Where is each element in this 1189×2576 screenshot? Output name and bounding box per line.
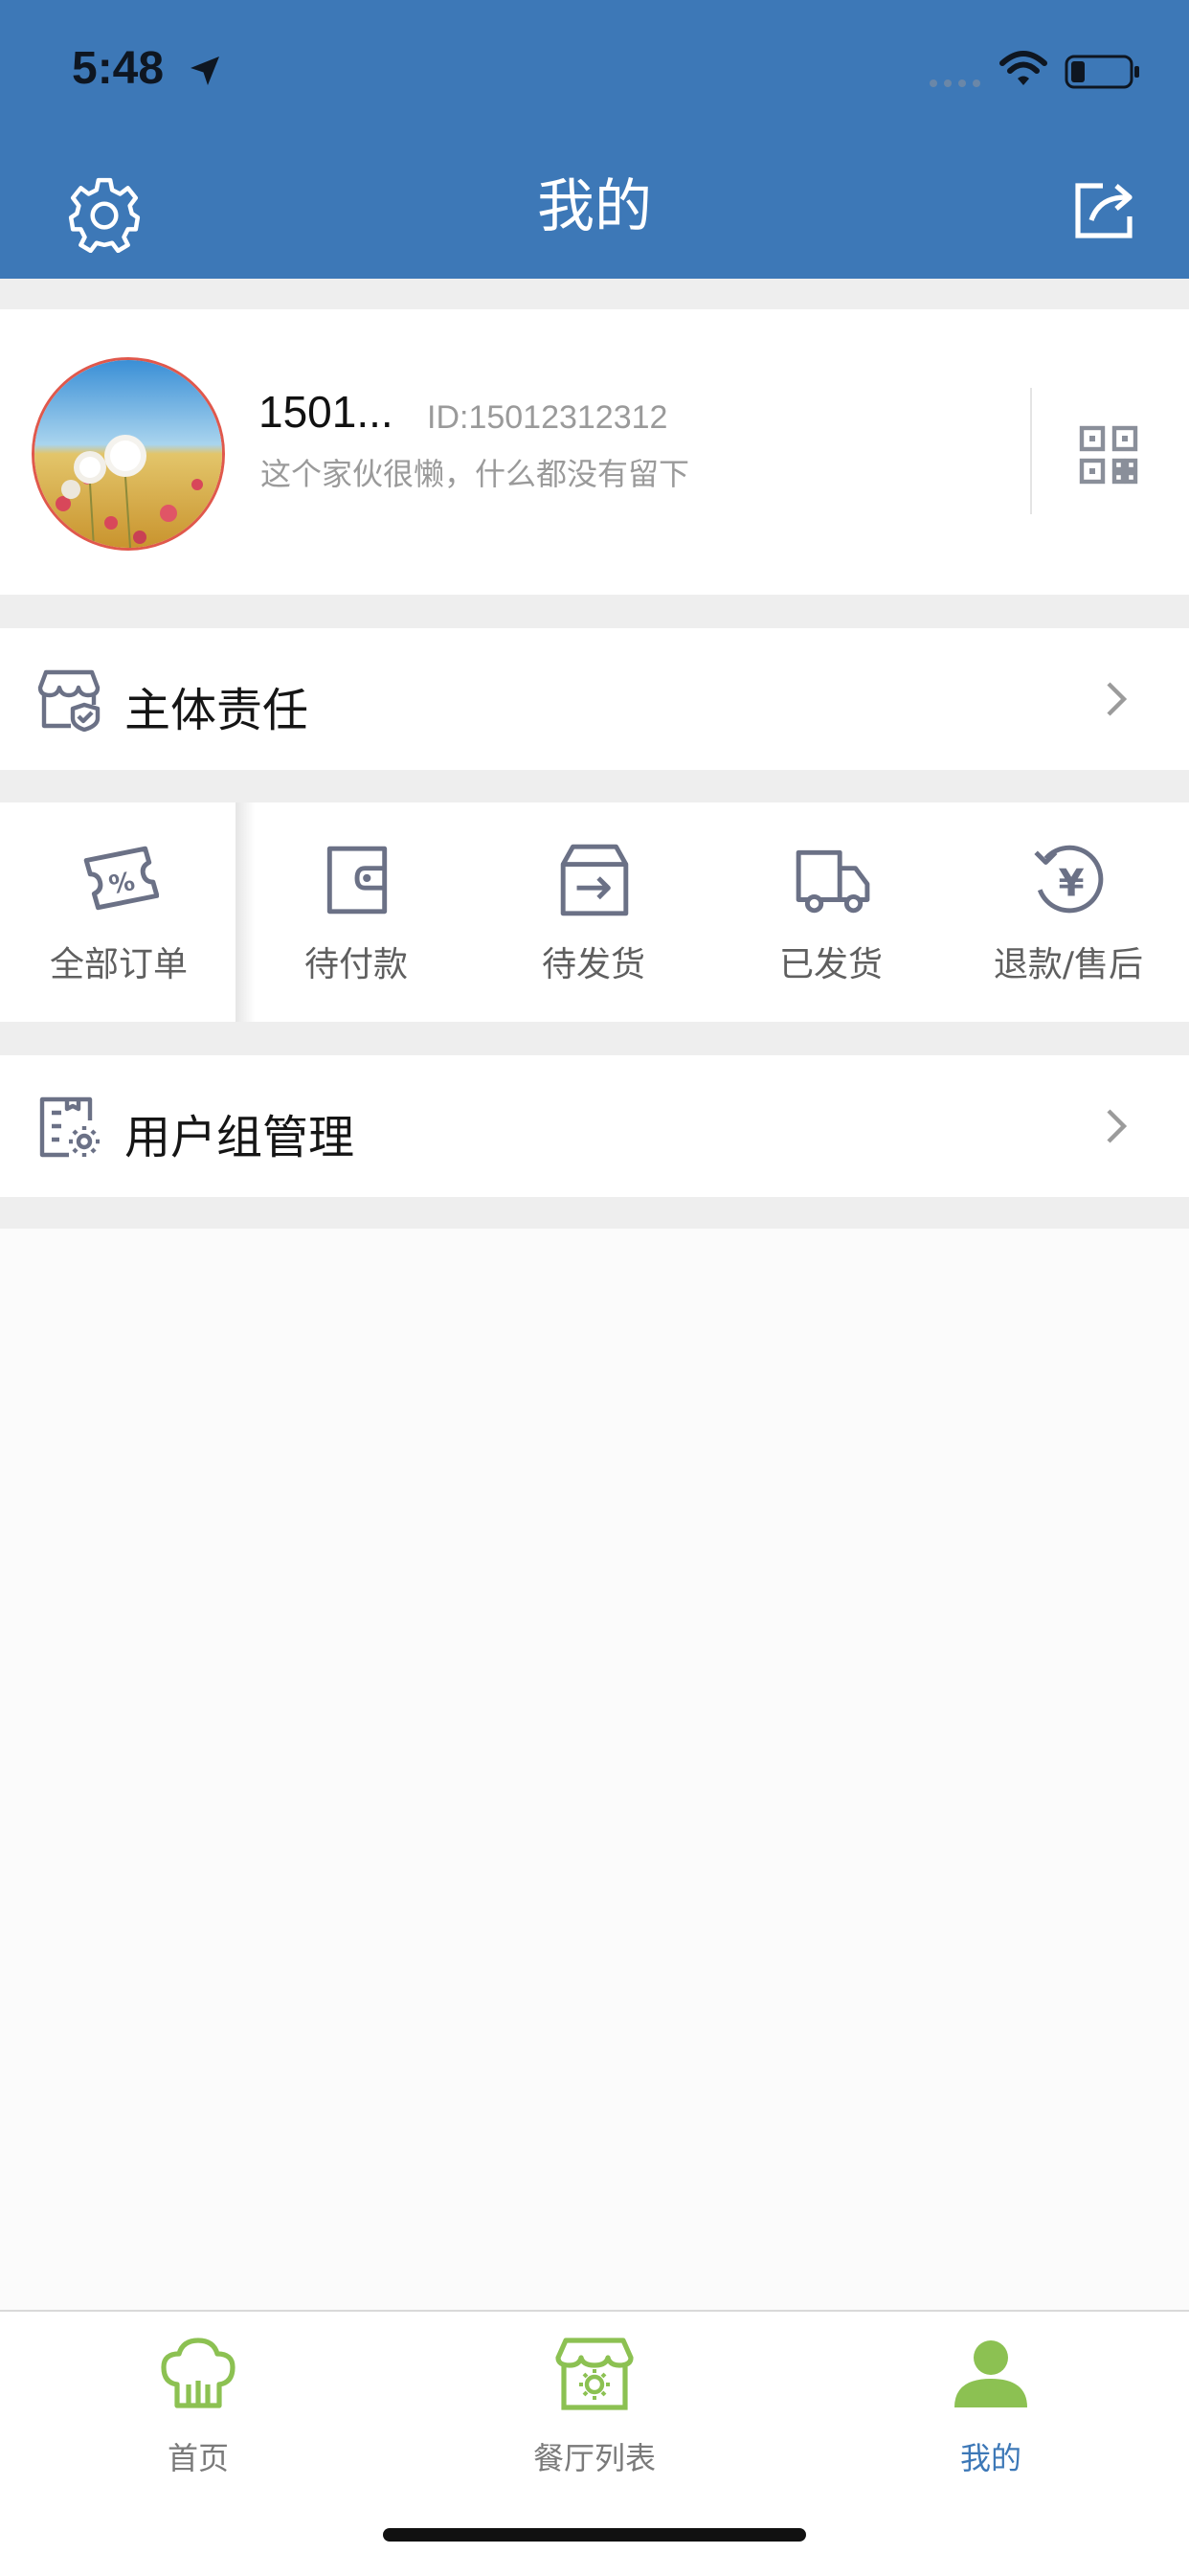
wifi-icon <box>999 51 1047 85</box>
divider <box>1030 388 1032 514</box>
shop-shield-icon <box>37 669 101 732</box>
user-group-row[interactable]: 用户组管理 <box>0 1055 1189 1197</box>
section-gap <box>0 770 1189 802</box>
home-indicator <box>383 2528 806 2542</box>
page-title: 我的 <box>537 173 652 240</box>
profile-bio: 这个家伙很懒，什么都没有留下 <box>260 456 690 492</box>
responsibility-row[interactable]: 主体责任 <box>0 628 1189 770</box>
order-unpaid-button[interactable]: 待付款 <box>237 802 475 1022</box>
order-refund-button[interactable]: ¥ 退款/售后 <box>950 802 1187 1022</box>
order-shipped-label: 已发货 <box>778 945 883 984</box>
location-arrow-icon <box>191 56 219 85</box>
qr-code-icon[interactable] <box>1078 424 1139 486</box>
section-gap <box>0 1022 1189 1055</box>
order-shipped-button[interactable]: 已发货 <box>712 802 950 1022</box>
dandelion-photo <box>34 360 222 548</box>
tab-restaurants[interactable]: 餐厅列表 <box>396 2335 793 2478</box>
share-icon[interactable] <box>1072 178 1137 241</box>
order-all-label: 全部订单 <box>49 945 188 984</box>
chevron-right-icon <box>1107 1109 1128 1143</box>
order-unshipped-label: 待发货 <box>541 945 645 984</box>
profile-name: 1501... <box>258 387 393 437</box>
battery-icon <box>1065 55 1139 89</box>
tab-restaurants-label: 餐厅列表 <box>532 2440 656 2476</box>
order-unpaid-label: 待付款 <box>303 945 408 984</box>
svg-text:¥: ¥ <box>1059 862 1085 905</box>
order-all-button[interactable]: % 全部订单 <box>0 802 237 1022</box>
chevron-right-icon <box>1107 682 1128 716</box>
section-gap <box>0 279 1189 309</box>
profile-card[interactable]: 1501... ID:15012312312 这个家伙很懒，什么都没有留下 <box>0 309 1189 595</box>
top-nav-bar: 5:48 我的 <box>0 0 1189 279</box>
chef-hat-icon <box>161 2338 236 2408</box>
person-icon <box>954 2340 1027 2407</box>
tab-home[interactable]: 首页 <box>0 2335 396 2478</box>
user-group-label: 用户组管理 <box>124 1111 355 1164</box>
box-arrow-icon <box>560 844 629 916</box>
restaurant-icon <box>555 2338 634 2410</box>
wallet-icon <box>326 846 388 915</box>
coupon-percent-icon: % <box>83 846 159 911</box>
order-unshipped-button[interactable]: 待发货 <box>475 802 712 1022</box>
tab-mine-label: 我的 <box>959 2440 1021 2476</box>
svg-text:%: % <box>106 867 137 901</box>
status-time: 5:48 <box>72 43 165 94</box>
section-gap <box>0 595 1189 628</box>
section-gap <box>0 1197 1189 1229</box>
avatar[interactable] <box>32 357 225 551</box>
tab-home-label: 首页 <box>167 2440 229 2476</box>
truck-icon <box>796 849 870 914</box>
tab-mine[interactable]: 我的 <box>793 2335 1189 2478</box>
responsibility-label: 主体责任 <box>124 684 309 737</box>
order-shortcuts: % 全部订单 待付款 待发货 已发货 ¥ 退款/售后 <box>0 802 1189 1022</box>
refund-yen-icon: ¥ <box>1034 845 1104 914</box>
settings-gear-icon[interactable] <box>65 174 144 253</box>
signal-dots-icon <box>930 79 980 87</box>
order-refund-label: 退款/售后 <box>993 945 1144 984</box>
user-group-settings-icon <box>39 1096 100 1158</box>
profile-id: ID:15012312312 <box>427 399 668 436</box>
